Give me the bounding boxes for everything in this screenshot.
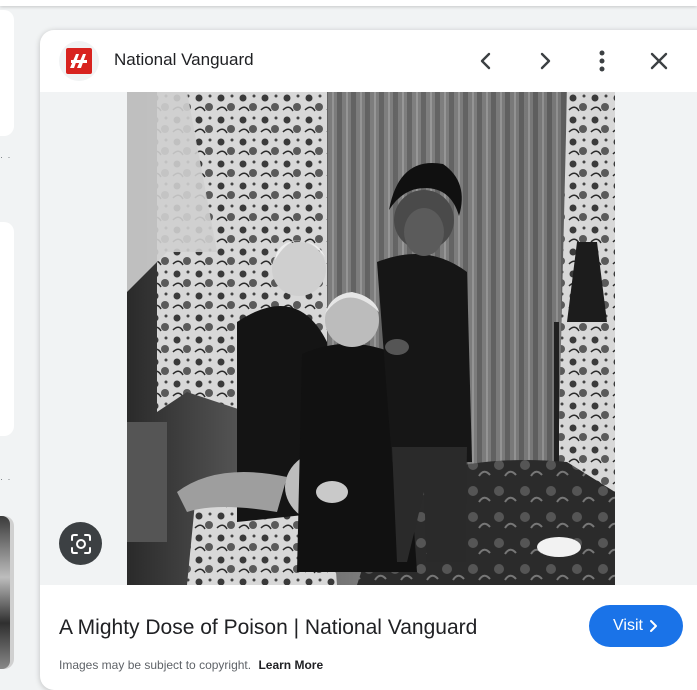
background-result-card[interactable]: [0, 10, 14, 136]
image-preview-panel: National Vanguard A Mighty Dose of Poiso…: [40, 30, 697, 690]
result-title[interactable]: A Mighty Dose of Poison | National Vangu…: [59, 616, 477, 640]
copyright-notice: Images may be subject to copyright. Lear…: [59, 658, 323, 672]
background-result-thumbnail[interactable]: [0, 516, 14, 669]
learn-more-link[interactable]: Learn More: [258, 658, 323, 672]
visit-button-label: Visit: [613, 617, 643, 634]
image-viewer: [40, 92, 697, 585]
previous-button[interactable]: [470, 45, 502, 77]
national-vanguard-logo-icon: [66, 48, 92, 74]
chevron-right-icon: [540, 52, 551, 70]
chevron-left-icon: [480, 52, 491, 70]
copyright-text: Images may be subject to copyright.: [59, 658, 252, 672]
background-ellipsis: · ·: [0, 152, 12, 162]
more-vert-icon: [599, 50, 605, 72]
more-options-button[interactable]: [586, 45, 618, 77]
visit-button[interactable]: Visit: [589, 605, 683, 647]
background-ellipsis: · ·: [0, 474, 12, 484]
site-name[interactable]: National Vanguard: [114, 50, 254, 70]
close-button[interactable]: [643, 45, 675, 77]
top-bar: [0, 0, 697, 6]
close-icon: [650, 52, 668, 70]
google-lens-icon: [70, 533, 91, 554]
panel-header: National Vanguard: [40, 30, 697, 92]
preview-image[interactable]: [127, 92, 615, 585]
next-button[interactable]: [529, 45, 561, 77]
site-favicon[interactable]: [59, 41, 99, 81]
google-lens-button[interactable]: [59, 522, 102, 565]
chevron-right-icon: [649, 620, 657, 632]
background-result-card[interactable]: [0, 222, 14, 436]
